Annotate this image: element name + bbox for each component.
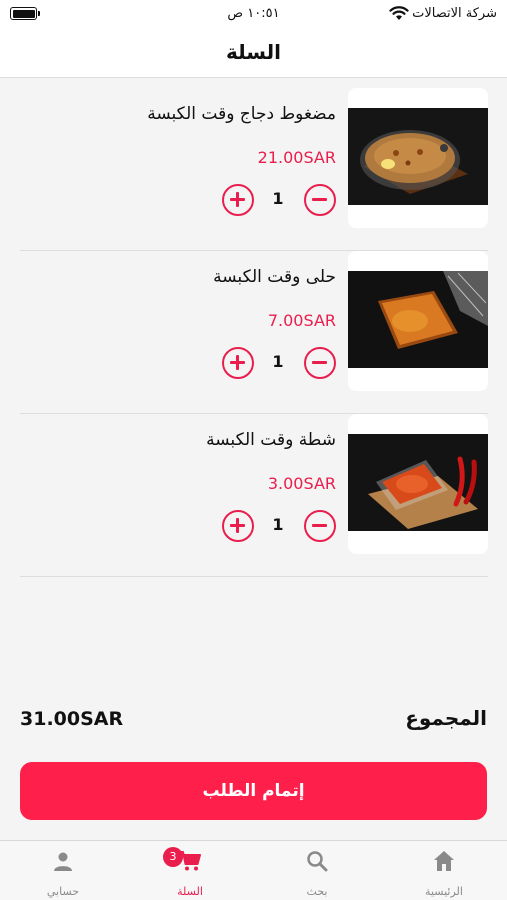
increase-quantity-button[interactable] xyxy=(222,184,254,216)
tab-label: الرئيسية xyxy=(425,885,463,898)
cart-list: مضغوط دجاج وقت الكبسة 21.00SAR 1 حلى وقت… xyxy=(20,88,488,577)
cart-badge: 3 xyxy=(163,847,183,867)
checkout-button[interactable]: إتمام الطلب xyxy=(20,762,487,820)
tab-search[interactable]: بحث xyxy=(254,841,380,900)
wifi-icon xyxy=(389,6,409,20)
item-name: حلى وقت الكبسة xyxy=(213,267,336,287)
dessert-tray-image xyxy=(348,251,488,391)
item-price: 3.00SAR xyxy=(267,474,336,493)
quantity-value: 1 xyxy=(272,352,284,371)
item-price: 21.00SAR xyxy=(257,148,336,167)
item-name: شطة وقت الكبسة xyxy=(206,430,336,450)
tab-home[interactable]: الرئيسية xyxy=(381,841,507,900)
page-title: السلة xyxy=(225,40,281,64)
quantity-value: 1 xyxy=(272,189,284,208)
cart-item: مضغوط دجاج وقت الكبسة 21.00SAR 1 xyxy=(20,88,488,251)
tab-bar: حسابي 3 السلة بحث الرئيسية xyxy=(0,840,507,900)
quantity-stepper: 1 xyxy=(206,347,336,383)
quantity-stepper: 1 xyxy=(206,510,336,546)
tab-cart[interactable]: 3 السلة xyxy=(127,841,253,900)
header: السلة xyxy=(0,28,507,78)
total-row: المجموع 31.00SAR xyxy=(20,706,487,736)
increase-quantity-button[interactable] xyxy=(222,510,254,542)
tab-account[interactable]: حسابي xyxy=(0,841,126,900)
kabsa-rice-dish-image xyxy=(348,88,488,228)
total-label: المجموع xyxy=(405,706,487,730)
carrier-name: شركة الاتصالات xyxy=(412,6,497,21)
decrease-quantity-button[interactable] xyxy=(304,347,336,379)
item-price: 7.00SAR xyxy=(267,311,336,330)
quantity-value: 1 xyxy=(272,515,284,534)
tab-label: السلة xyxy=(177,885,203,898)
decrease-quantity-button[interactable] xyxy=(304,510,336,542)
chili-sauce-image xyxy=(348,414,488,554)
decrease-quantity-button[interactable] xyxy=(304,184,336,216)
increase-quantity-button[interactable] xyxy=(222,347,254,379)
search-icon xyxy=(307,851,328,872)
total-value: 31.00SAR xyxy=(20,708,124,730)
user-icon xyxy=(54,852,72,871)
home-icon xyxy=(434,851,454,871)
status-bar: ١٠:٥١ ص شركة الاتصالات xyxy=(0,0,507,28)
tab-label: حسابي xyxy=(46,885,80,898)
item-name: مضغوط دجاج وقت الكبسة xyxy=(147,104,336,124)
quantity-stepper: 1 xyxy=(206,184,336,220)
cart-item: حلى وقت الكبسة 7.00SAR 1 xyxy=(20,251,488,414)
tab-label: بحث xyxy=(306,885,328,898)
cart-item: شطة وقت الكبسة 3.00SAR 1 xyxy=(20,414,488,577)
